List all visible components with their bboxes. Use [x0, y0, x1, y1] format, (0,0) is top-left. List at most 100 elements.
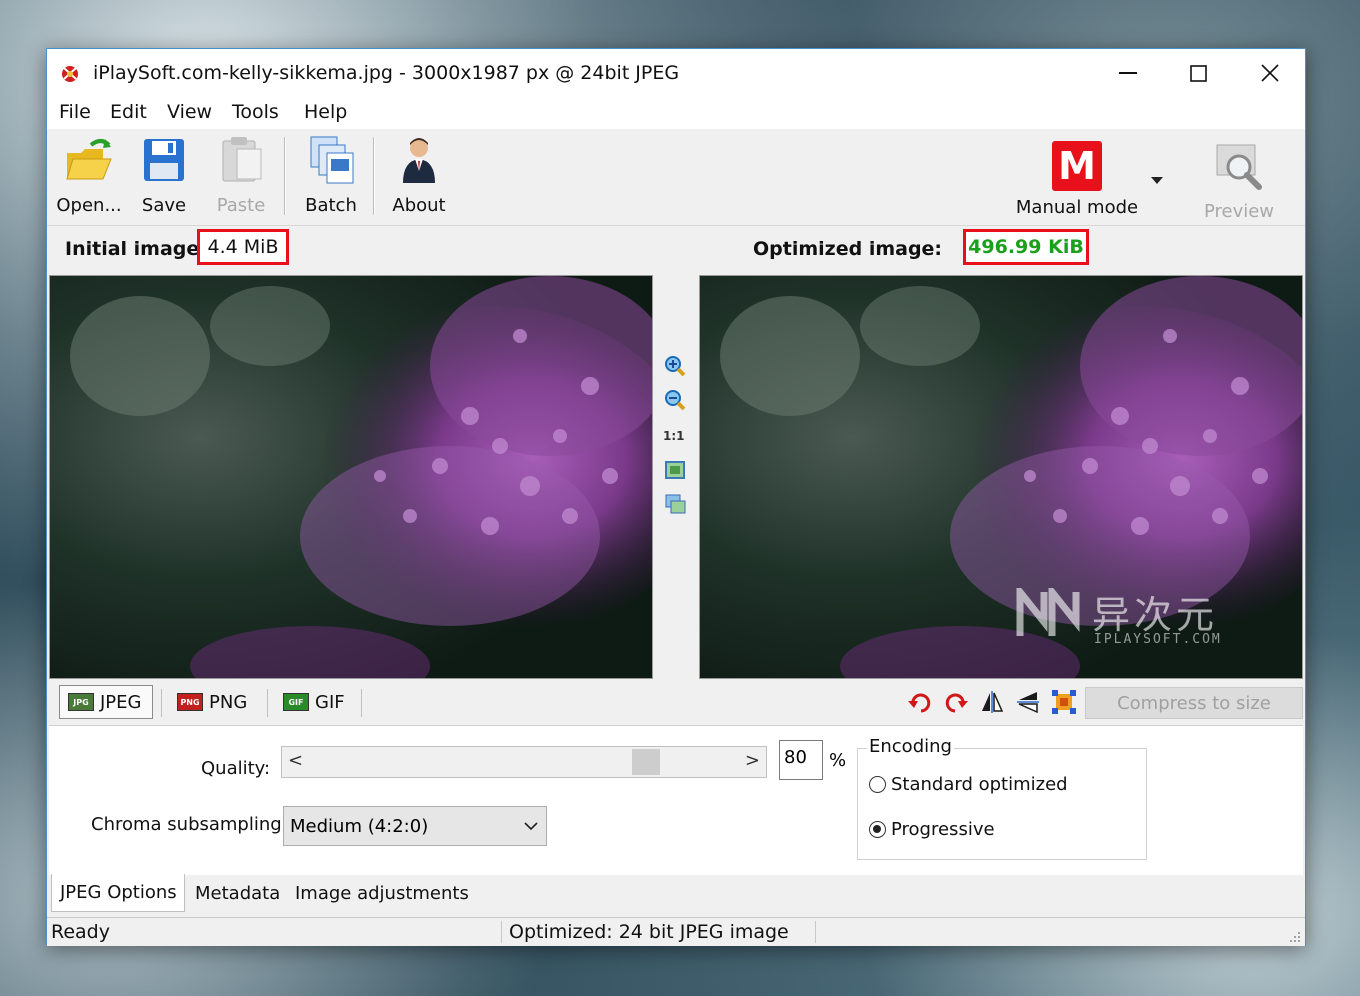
- preview-magnifier-icon: [1216, 144, 1262, 190]
- initial-image: [50, 276, 652, 678]
- app-icon: [62, 66, 78, 82]
- tab-png-label: PNG: [209, 691, 248, 713]
- open-label: Open...: [56, 195, 122, 216]
- paste-label: Paste: [216, 195, 266, 216]
- mode-dropdown-icon[interactable]: [1151, 177, 1163, 185]
- about-label: About: [392, 195, 446, 216]
- zoom-controls: 1:1: [659, 275, 691, 679]
- tab-gif[interactable]: GIF GIF: [275, 685, 355, 719]
- manual-mode-button[interactable]: M Manual mode: [1013, 139, 1141, 219]
- fit-to-window-icon[interactable]: [664, 459, 686, 481]
- flip-horizontal-icon[interactable]: [979, 689, 1005, 715]
- optimized-size-label: Optimized image:: [753, 238, 943, 260]
- crop-resize-icon[interactable]: [1051, 689, 1077, 715]
- manual-mode-label: Manual mode: [1015, 197, 1139, 218]
- toolbar: Open... Save Paste Batch About M Manual …: [47, 129, 1305, 225]
- menu-help[interactable]: Help: [304, 101, 347, 123]
- optimized-size-value: 496.99 KiB: [963, 229, 1089, 265]
- tab-image-adjustments[interactable]: Image adjustments: [287, 875, 469, 911]
- option-tabs: JPEG Options Metadata Image adjustments: [47, 874, 1305, 915]
- zoom-actual-size[interactable]: 1:1: [663, 429, 685, 443]
- save-button[interactable]: Save: [129, 133, 199, 216]
- paste-clipboard-icon: [222, 137, 262, 182]
- status-bar: Ready Optimized: 24 bit JPEG image: [47, 917, 1305, 946]
- preview-button[interactable]: Preview: [1197, 139, 1281, 222]
- jpeg-options-panel: Quality: < > 80 % Chroma subsampling: Me…: [49, 725, 1303, 877]
- chroma-select[interactable]: Medium (4:2:0): [283, 806, 547, 846]
- menu-edit[interactable]: Edit: [110, 101, 147, 123]
- png-file-icon: PNG: [177, 693, 203, 711]
- menu-file[interactable]: File: [59, 101, 91, 123]
- rotate-left-icon[interactable]: [907, 689, 933, 715]
- status-separator: [501, 921, 502, 943]
- tab-metadata[interactable]: Metadata: [187, 875, 285, 911]
- initial-image-view[interactable]: [49, 275, 653, 679]
- title-bar[interactable]: iPlaySoft.com-kelly-sikkema.jpg - 3000x1…: [47, 49, 1305, 97]
- status-ready: Ready: [51, 921, 110, 943]
- watermark-brand: 异次元: [1092, 593, 1219, 637]
- percent-sign: %: [829, 750, 847, 771]
- minimize-button[interactable]: [1093, 49, 1163, 97]
- gif-file-icon: GIF: [283, 693, 309, 711]
- slider-left-arrow-icon[interactable]: <: [288, 750, 303, 771]
- window-title: iPlaySoft.com-kelly-sikkema.jpg - 3000x1…: [93, 62, 680, 84]
- toolbar-separator: [373, 137, 375, 215]
- quality-slider[interactable]: < >: [281, 746, 767, 778]
- minimize-icon: [1119, 72, 1137, 74]
- save-label: Save: [141, 195, 187, 216]
- watermark-site: IPLAYSOFT.COM: [1094, 632, 1222, 647]
- resize-grip-icon[interactable]: [1289, 931, 1301, 943]
- status-separator: [815, 921, 816, 943]
- about-button[interactable]: About: [383, 133, 455, 216]
- preview-label: Preview: [1203, 201, 1275, 222]
- radio-unchecked-icon: [869, 776, 886, 793]
- about-person-icon: [403, 138, 435, 183]
- size-bar: Initial image: 4.4 MiB Optimized image: …: [47, 225, 1305, 274]
- rotate-right-icon[interactable]: [943, 689, 969, 715]
- maximize-button[interactable]: [1163, 49, 1233, 97]
- save-floppy-icon: [144, 139, 184, 181]
- chroma-label: Chroma subsampling:: [91, 814, 288, 835]
- close-button[interactable]: [1235, 49, 1305, 97]
- app-window: iPlaySoft.com-kelly-sikkema.jpg - 3000x1…: [46, 48, 1306, 946]
- slider-right-arrow-icon[interactable]: >: [745, 750, 760, 771]
- tab-png[interactable]: PNG PNG: [169, 685, 259, 719]
- close-icon: [1261, 64, 1279, 82]
- progressive-label: Progressive: [891, 819, 995, 840]
- paste-button[interactable]: Paste: [205, 133, 277, 216]
- radio-progressive[interactable]: Progressive: [869, 819, 995, 840]
- quality-input[interactable]: 80: [779, 740, 823, 780]
- jpeg-file-icon: JPG: [68, 693, 94, 711]
- menu-view[interactable]: View: [167, 101, 212, 123]
- tab-jpeg-label: JPEG: [100, 691, 142, 713]
- open-button[interactable]: Open...: [49, 133, 129, 216]
- format-separator: [361, 689, 362, 717]
- menu-bar: File Edit View Tools Help: [47, 97, 1305, 129]
- batch-files-icon: [310, 136, 354, 184]
- tab-gif-label: GIF: [315, 691, 345, 713]
- batch-button[interactable]: Batch: [293, 133, 369, 216]
- chevron-down-icon: [524, 822, 538, 831]
- tab-jpeg-options[interactable]: JPEG Options: [51, 874, 185, 912]
- encoding-title: Encoding: [867, 736, 954, 757]
- encoding-group: [857, 748, 1147, 860]
- batch-label: Batch: [305, 195, 357, 216]
- standard-optimized-label: Standard optimized: [891, 774, 1068, 795]
- tab-jpeg[interactable]: JPG JPEG: [59, 685, 153, 719]
- compress-to-size-button[interactable]: Compress to size: [1085, 687, 1303, 719]
- open-folder-icon: [66, 139, 112, 180]
- format-separator: [161, 689, 162, 717]
- initial-size-label: Initial image:: [65, 238, 207, 260]
- zoom-in-icon[interactable]: [664, 355, 686, 377]
- quality-label: Quality:: [201, 758, 271, 779]
- maximize-icon: [1189, 64, 1207, 82]
- watermark-logo-icon: [1016, 588, 1080, 636]
- quality-slider-thumb[interactable]: [632, 749, 660, 775]
- flip-vertical-icon[interactable]: [1015, 689, 1041, 715]
- sync-view-icon[interactable]: [664, 493, 686, 515]
- radio-standard-optimized[interactable]: Standard optimized: [869, 774, 1068, 795]
- manual-mode-icon: M: [1052, 141, 1102, 191]
- radio-checked-icon: [869, 821, 886, 838]
- zoom-out-icon[interactable]: [664, 389, 686, 411]
- menu-tools[interactable]: Tools: [232, 101, 279, 123]
